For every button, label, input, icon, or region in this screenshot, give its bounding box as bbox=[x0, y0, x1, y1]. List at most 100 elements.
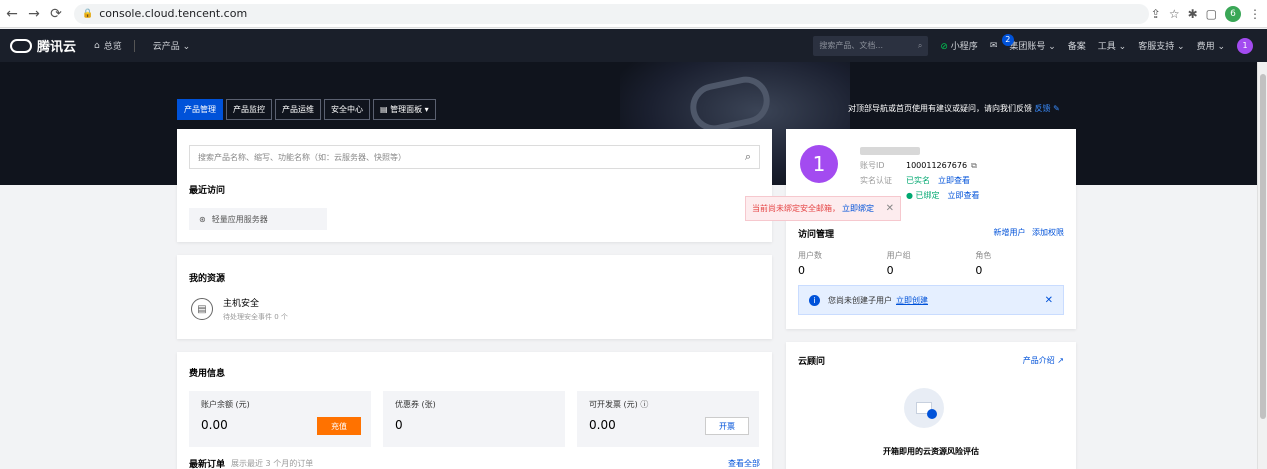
nav-mini-program[interactable]: ⊘ 小程序 bbox=[940, 39, 977, 52]
resource-sub: 待处理安全事件 0 个 bbox=[223, 313, 288, 321]
account-avatar: 1 bbox=[800, 145, 838, 183]
advisor-illustration bbox=[904, 388, 944, 428]
nav-divider bbox=[133, 39, 135, 52]
global-search-input[interactable]: 搜索产品、文档... ⌕ bbox=[813, 35, 929, 56]
feedback-banner: 对顶部导航或首页使用有建议或疑问，请向我们反馈 反馈 ✎ bbox=[848, 104, 1060, 113]
page-scrollbar[interactable] bbox=[1257, 62, 1267, 469]
nav-support[interactable]: 客服支持 ⌄ bbox=[1138, 39, 1184, 52]
orders-sub: 展示最近 3 个月的订单 bbox=[231, 459, 314, 468]
message-badge: 2 bbox=[1001, 33, 1014, 46]
add-permission-link[interactable]: 添加权限 bbox=[1032, 228, 1064, 237]
recharge-button[interactable]: 充值 bbox=[317, 417, 361, 435]
info-icon: i bbox=[809, 294, 820, 306]
tab-product-monitoring[interactable]: 产品监控 bbox=[226, 99, 272, 120]
panel-icon: ▤ bbox=[380, 105, 388, 114]
feedback-link[interactable]: 反馈 bbox=[1035, 104, 1051, 113]
lock-icon: 🔒 bbox=[82, 8, 94, 19]
recent-title: 最近访问 bbox=[189, 186, 226, 196]
external-link-icon: ↗ bbox=[1057, 356, 1064, 365]
stat-groups[interactable]: 用户组 0 bbox=[887, 250, 976, 277]
tab-security-center[interactable]: 安全中心 bbox=[324, 99, 370, 120]
hero-tabs: 产品管理 产品监控 产品运维 安全中心 ▤ 管理面板 ▾ bbox=[177, 99, 439, 120]
edit-icon: ✎ bbox=[1053, 104, 1060, 113]
nav-products[interactable]: 云产品 ⌄ bbox=[153, 39, 190, 52]
stat-users[interactable]: 用户数 0 bbox=[798, 250, 887, 277]
invoice-button[interactable]: 开票 bbox=[705, 417, 749, 435]
mini-program-icon: ⊘ bbox=[940, 42, 948, 52]
share-icon[interactable]: ⇪ bbox=[1151, 7, 1161, 21]
wechat-icon: ● bbox=[906, 191, 913, 200]
access-stats: 用户数 0 用户组 0 角色 0 bbox=[798, 250, 1064, 277]
product-card: 搜索产品名称、缩写、功能名称（如：云服务器、快照等） ⌕ 最近访问 ⊛ 轻量应用… bbox=[177, 129, 772, 242]
resource-name: 主机安全 bbox=[223, 299, 260, 309]
advisor-headline: 开箱即用的云资源风险评估 bbox=[883, 447, 979, 456]
menu-icon[interactable]: ⋮ bbox=[1249, 7, 1261, 21]
star-icon[interactable]: ☆ bbox=[1169, 7, 1180, 21]
reload-icon[interactable]: ⟳ bbox=[46, 6, 66, 22]
coupon-value: 0 bbox=[395, 418, 403, 432]
message-button[interactable]: ✉ 2 bbox=[989, 33, 1014, 51]
search-icon: ⌕ bbox=[917, 40, 923, 50]
tab-product-management[interactable]: 产品管理 bbox=[177, 99, 223, 120]
fee-card: 费用信息 账户余额 (元) 0.00 充值 优惠券 (张) 0 可开发票 (元)… bbox=[177, 352, 772, 469]
copy-icon[interactable]: ⧉ bbox=[971, 161, 977, 171]
nav-group-account[interactable]: 集团账号 ⌄ bbox=[1009, 39, 1055, 52]
resource-item[interactable]: ▤ 主机安全 待处理安全事件 0 个 bbox=[189, 296, 760, 322]
wechat-status: ● 已绑定 bbox=[906, 191, 940, 200]
home-icon: ⌂ bbox=[94, 40, 100, 51]
view-all-link[interactable]: 查看全部 bbox=[728, 458, 760, 469]
invoice-box: 可开发票 (元) ⓘ 0.00 开票 bbox=[577, 391, 759, 447]
mail-icon: ✉ bbox=[989, 40, 998, 51]
tab-product-ops[interactable]: 产品运维 bbox=[275, 99, 321, 120]
address-bar[interactable]: 🔒 console.cloud.tencent.com bbox=[74, 3, 1149, 24]
brand-name: 腾讯云 bbox=[37, 40, 77, 55]
orders-title: 最新订单 bbox=[189, 460, 226, 469]
forward-icon[interactable]: → bbox=[24, 6, 44, 22]
account-card: 1 账号ID 100011267676 ⧉ 实名认证 已实名 立即查看 ● 已绑… bbox=[786, 129, 1076, 329]
resources-card: 我的资源 ▤ 主机安全 待处理安全事件 0 个 bbox=[177, 255, 772, 339]
wechat-view-link[interactable]: 立即查看 bbox=[948, 190, 980, 201]
user-avatar[interactable]: 1 bbox=[1237, 37, 1253, 54]
host-security-icon: ▤ bbox=[191, 298, 213, 320]
back-icon[interactable]: ← bbox=[2, 6, 22, 22]
extensions-icon[interactable]: ✱ bbox=[1188, 7, 1198, 21]
access-title: 访问管理 bbox=[798, 230, 835, 240]
cloud-logo-icon bbox=[10, 38, 32, 53]
nav-tools[interactable]: 工具 ⌄ bbox=[1098, 39, 1126, 52]
stat-roles[interactable]: 角色 0 bbox=[975, 250, 1064, 277]
nav-billing[interactable]: 费用 ⌄ bbox=[1197, 39, 1225, 52]
create-subuser-link[interactable]: 立即创建 bbox=[896, 295, 928, 306]
resources-title: 我的资源 bbox=[189, 274, 226, 284]
profile-avatar[interactable]: 6 bbox=[1225, 5, 1241, 22]
fee-title: 费用信息 bbox=[189, 369, 226, 379]
browser-toolbar: ← → ⟳ 🔒 console.cloud.tencent.com ⇪ ☆ ✱ … bbox=[0, 0, 1267, 28]
coupon-box: 优惠券 (张) 0 bbox=[383, 391, 565, 447]
close-icon[interactable]: ✕ bbox=[886, 203, 894, 214]
new-user-link[interactable]: 新增用户 bbox=[993, 228, 1025, 237]
subuser-info-bar: i 您尚未创建子用户 立即创建 ✕ bbox=[798, 285, 1064, 315]
realname-view-link[interactable]: 立即查看 bbox=[938, 175, 970, 186]
balance-box: 账户余额 (元) 0.00 充值 bbox=[189, 391, 371, 447]
account-id: 100011267676 bbox=[906, 161, 968, 170]
scrollbar-thumb[interactable] bbox=[1260, 74, 1266, 419]
server-icon: ⊛ bbox=[199, 214, 206, 224]
url-text: console.cloud.tencent.com bbox=[99, 7, 248, 20]
document-icon bbox=[916, 402, 937, 419]
search-icon: ⌕ bbox=[744, 150, 751, 163]
product-search-input[interactable]: 搜索产品名称、缩写、功能名称（如：云服务器、快照等） ⌕ bbox=[189, 145, 760, 169]
tab-management-panel[interactable]: ▤ 管理面板 ▾ bbox=[373, 99, 436, 120]
account-info: 账号ID 100011267676 ⧉ 实名认证 已实名 立即查看 ● 已绑定 … bbox=[860, 143, 980, 203]
realname-status: 已实名 bbox=[906, 176, 930, 185]
nav-overview[interactable]: ⌂ 总览 bbox=[94, 39, 122, 53]
account-name-redacted bbox=[860, 146, 920, 155]
nav-filing[interactable]: 备案 bbox=[1068, 39, 1086, 52]
sidepanel-icon[interactable]: ▢ bbox=[1206, 7, 1217, 21]
top-navigation: 腾讯云 ⌂ 总览 云产品 ⌄ 搜索产品、文档... ⌕ ⊘ 小程序 ✉ 2 集团… bbox=[0, 29, 1267, 62]
bind-email-link[interactable]: 立即绑定 bbox=[842, 203, 874, 214]
recent-item[interactable]: ⊛ 轻量应用服务器 bbox=[189, 208, 327, 230]
advisor-title: 云顾问 bbox=[798, 357, 826, 367]
security-email-toast: 当前尚未绑定安全邮箱， 立即绑定 ✕ bbox=[745, 196, 901, 221]
close-icon[interactable]: ✕ bbox=[1045, 295, 1053, 306]
brand-logo[interactable]: 腾讯云 bbox=[10, 36, 76, 55]
advisor-intro-link[interactable]: 产品介绍 ↗ bbox=[1023, 355, 1064, 366]
